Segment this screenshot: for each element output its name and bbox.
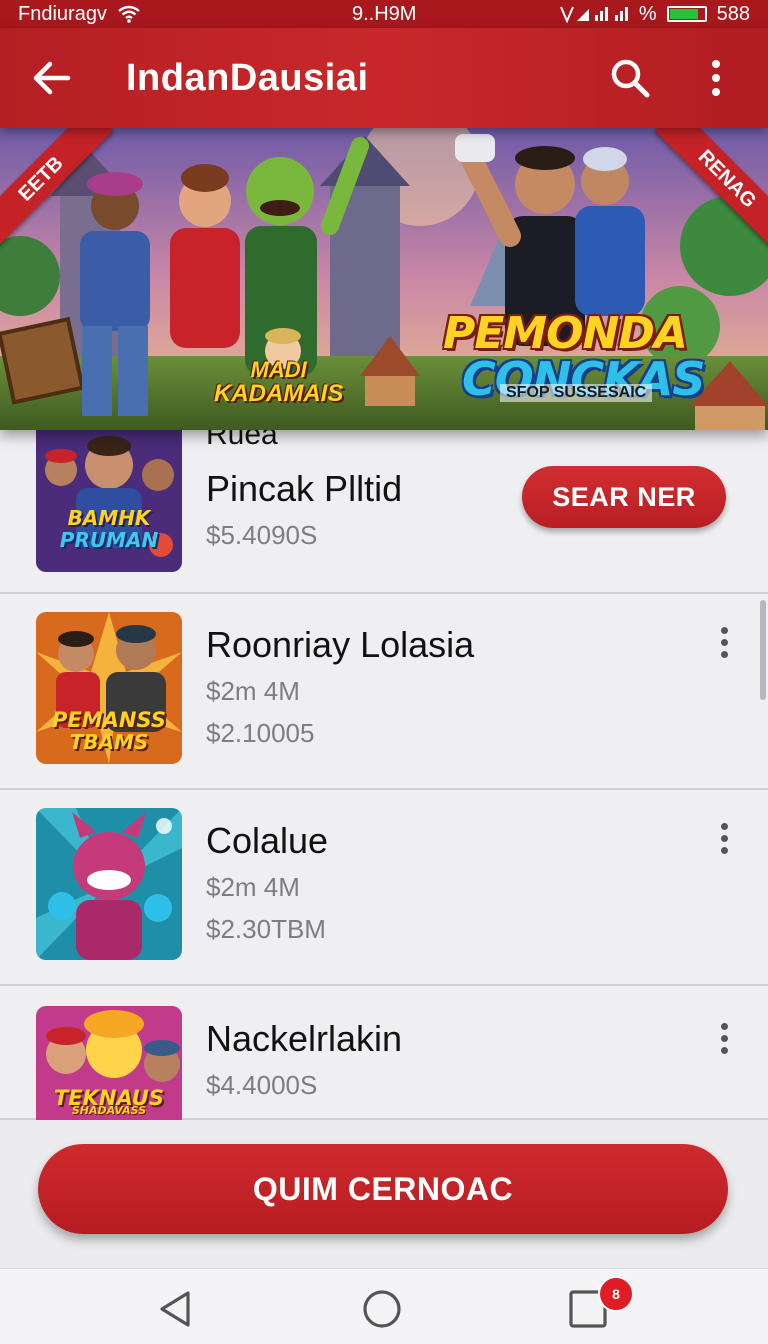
overflow-menu-button[interactable] [688, 50, 744, 106]
wifi-icon [118, 5, 140, 23]
search-icon [611, 59, 650, 98]
status-right: % 588 [559, 3, 750, 26]
carrier-name: Fndiuragv [18, 2, 107, 25]
thumb-logo-line1: PEMANSS [52, 708, 166, 732]
bottom-action-area: QUIM CERNOAC [0, 1120, 768, 1270]
thumb-logo-line2: SHADAVASS [71, 1104, 147, 1117]
item-title: Roonriay Lolasia [206, 624, 475, 665]
thumb-logo-line2: TBAMS [69, 730, 149, 754]
system-nav-bar [0, 1268, 768, 1344]
nav-back-icon[interactable] [154, 1287, 198, 1331]
item-more-icon[interactable] [712, 1020, 736, 1060]
banner-mini-logo-line2: KADAMAIS [214, 380, 344, 407]
signal-icon [559, 6, 628, 23]
item-size: $2m 4M [206, 872, 300, 902]
scrollbar[interactable] [760, 600, 766, 700]
back-button[interactable] [24, 50, 80, 106]
item-thumbnail: PEMANSS TBAMS [36, 612, 182, 764]
battery-level: 588 [716, 2, 750, 25]
banner-mini-logo: MADI KADAMAIS [214, 358, 343, 406]
status-time: 9..H9M [352, 3, 417, 25]
item-size: $2m 4M [206, 676, 300, 706]
arrow-left-icon [33, 61, 71, 95]
list-item[interactable]: Colalue $2m 4M $2.30TBM [0, 790, 768, 986]
item-price: $5.4090S [206, 520, 318, 550]
banner-logo-subtitle: SFOP SUSSESAIC [500, 384, 653, 402]
status-bar: Fndiuragv 9..H9M % 588 [0, 0, 768, 28]
item-title: Pincak Plltid [206, 468, 403, 509]
item-price: $2.10005 [206, 718, 315, 748]
item-title: Nackelrlakin [206, 1018, 403, 1059]
item-thumbnail [36, 808, 182, 960]
status-left: Fndiuragv [18, 3, 141, 26]
app-bar: IndanDausiai [0, 28, 768, 128]
promo-banner[interactable]: EETB RENAG MADI KADAMAIS PEMONDA CONCKAS… [0, 126, 768, 430]
list-item[interactable]: PEMANSS TBAMS Roonriay Lolasia $2m 4M $2… [0, 594, 768, 790]
item-more-icon[interactable] [712, 820, 736, 860]
app-title: IndanDausiai [126, 56, 369, 99]
battery-percent-sign: % [638, 2, 657, 25]
item-more-icon[interactable] [712, 624, 736, 664]
item-thumbnail: TEKNAUS SHADAVASS [36, 1006, 182, 1120]
banner-mini-logo-line1: MADI [250, 357, 307, 382]
item-price: $2.30TBM [206, 914, 326, 944]
thumb-logo-line2: PRUMAN [59, 528, 159, 552]
primary-cta-button[interactable]: QUIM CERNOAC [38, 1144, 728, 1234]
item-price: $4.4000S [206, 1070, 318, 1100]
thumb-logo-line1: BAMHK [67, 506, 151, 530]
item-action-button[interactable]: SEAR NER [522, 466, 726, 528]
list-item[interactable]: TEKNAUS SHADAVASS Nackelrlakin $4.4000S [0, 986, 768, 1120]
nav-home-icon[interactable] [360, 1287, 404, 1331]
item-thumbnail: BAMHK PRUMAN [36, 420, 182, 572]
search-button[interactable] [602, 50, 658, 106]
battery-icon [666, 6, 707, 22]
notification-badge: 8 [598, 1276, 634, 1312]
item-title: Colalue [206, 820, 329, 861]
more-vertical-icon [712, 60, 720, 96]
